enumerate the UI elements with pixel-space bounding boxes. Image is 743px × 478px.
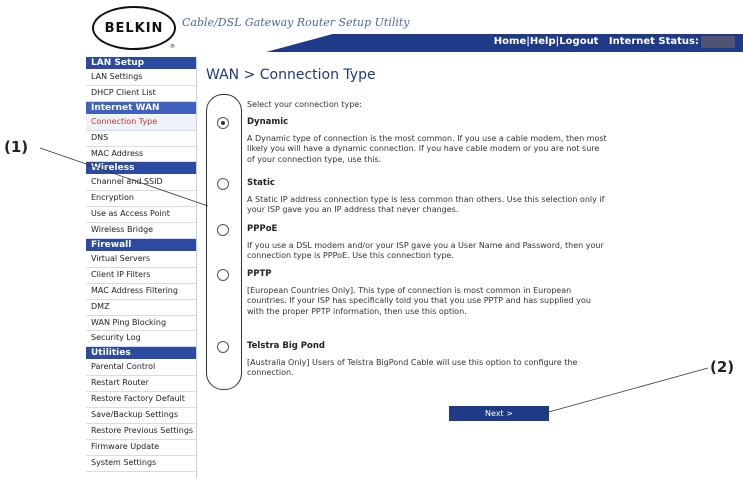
option-title-telstra-big-pond: Telstra Big Pond [247, 341, 325, 351]
belkin-logo: BELKIN [92, 6, 176, 50]
select-prompt: Select your connection type: [247, 100, 362, 109]
callout-label-1: (1) [4, 138, 29, 156]
sidebar-item-wireless-bridge[interactable]: Wireless Bridge [86, 223, 196, 240]
option-desc-pptp: [European Countries Only]. This type of … [247, 286, 591, 316]
sidebar-item-parental-control[interactable]: Parental Control [86, 360, 196, 377]
option-desc-pppoe: If you use a DSL modem and/or your ISP g… [247, 241, 604, 261]
sidebar-item-dmz[interactable]: DMZ [86, 300, 196, 316]
sidebar-item-client-ip-filters[interactable]: Client IP Filters [86, 268, 196, 284]
section-header-internet-wan: Internet WAN [86, 101, 196, 115]
sidebar-item-mac-address-filtering[interactable]: MAC Address Filtering [86, 284, 196, 300]
internet-status-label: Internet Status: [608, 36, 699, 47]
sidebar-item-virtual-servers[interactable]: Virtual Servers [86, 252, 196, 268]
home-link[interactable]: Home [494, 36, 526, 47]
sidebar-item-restore-previous-settings[interactable]: Restore Previous Settings [86, 424, 196, 440]
section-header-wireless: Wireless [86, 162, 196, 176]
next-button[interactable]: Next > [449, 406, 549, 421]
radio-pptp[interactable] [217, 269, 229, 281]
sidebar-item-channel-and-ssid[interactable]: Channel and SSID [86, 175, 196, 192]
radio-static[interactable] [217, 178, 229, 190]
sidebar-item-connection-type[interactable]: Connection Type [86, 114, 196, 131]
sidebar-item-lan-settings[interactable]: LAN Settings [86, 70, 196, 86]
callout-label-2: (2) [710, 358, 735, 376]
sidebar-item-system-settings[interactable]: System Settings [86, 456, 196, 472]
sidebar-item-save-backup-settings[interactable]: Save/Backup Settings [86, 408, 196, 424]
option-title-dynamic: Dynamic [247, 117, 289, 127]
sidebar-item-wan-ping-blocking[interactable]: WAN Ping Blocking [86, 316, 196, 332]
option-desc-telstra-big-pond: [Australia Only] Users of Telstra BigPon… [247, 358, 578, 378]
header-banner: BELKIN ® Cable/DSL Gateway Router Setup … [86, 0, 743, 56]
sidebar-item-mac-address[interactable]: MAC Address [86, 147, 196, 163]
section-header-utilities: Utilities [86, 347, 196, 361]
sidebar-item-security-log[interactable]: Security Log [86, 331, 196, 348]
registered-mark: ® [170, 44, 175, 50]
page-title: WAN > Connection Type [206, 67, 376, 83]
option-desc-dynamic: A Dynamic type of connection is the most… [247, 134, 607, 164]
option-title-static: Static [247, 178, 275, 188]
sidebar-item-restore-factory-default[interactable]: Restore Factory Default [86, 392, 196, 409]
sidebar-item-encryption[interactable]: Encryption [86, 191, 196, 208]
sidebar-item-use-as-access-point[interactable]: Use as Access Point [86, 207, 196, 224]
radio-telstra-big-pond[interactable] [217, 341, 229, 353]
sidebar-item-restart-router[interactable]: Restart Router [86, 376, 196, 393]
sidebar-item-firmware-update[interactable]: Firmware Update [86, 440, 196, 456]
section-header-lan-setup: LAN Setup [86, 57, 196, 70]
sidebar-item-dns[interactable]: DNS [86, 131, 196, 147]
logout-link[interactable]: Logout [559, 36, 598, 47]
option-title-pptp: PPTP [247, 269, 272, 279]
top-links: Home|Help|Logout Internet Status: [494, 36, 699, 47]
section-header-firewall: Firewall [86, 239, 196, 253]
help-link[interactable]: Help [530, 36, 556, 47]
radio-dynamic[interactable] [217, 117, 229, 129]
internet-status-indicator [701, 36, 735, 48]
sidebar-nav: LAN Setup LAN Settings DHCP Client List … [86, 57, 197, 478]
radio-pppoe[interactable] [217, 224, 229, 236]
sidebar-item-dhcp-client-list[interactable]: DHCP Client List [86, 86, 196, 102]
option-desc-static: A Static IP address connection type is l… [247, 195, 605, 215]
option-title-pppoe: PPPoE [247, 224, 278, 234]
utility-title: Cable/DSL Gateway Router Setup Utility [182, 16, 410, 29]
